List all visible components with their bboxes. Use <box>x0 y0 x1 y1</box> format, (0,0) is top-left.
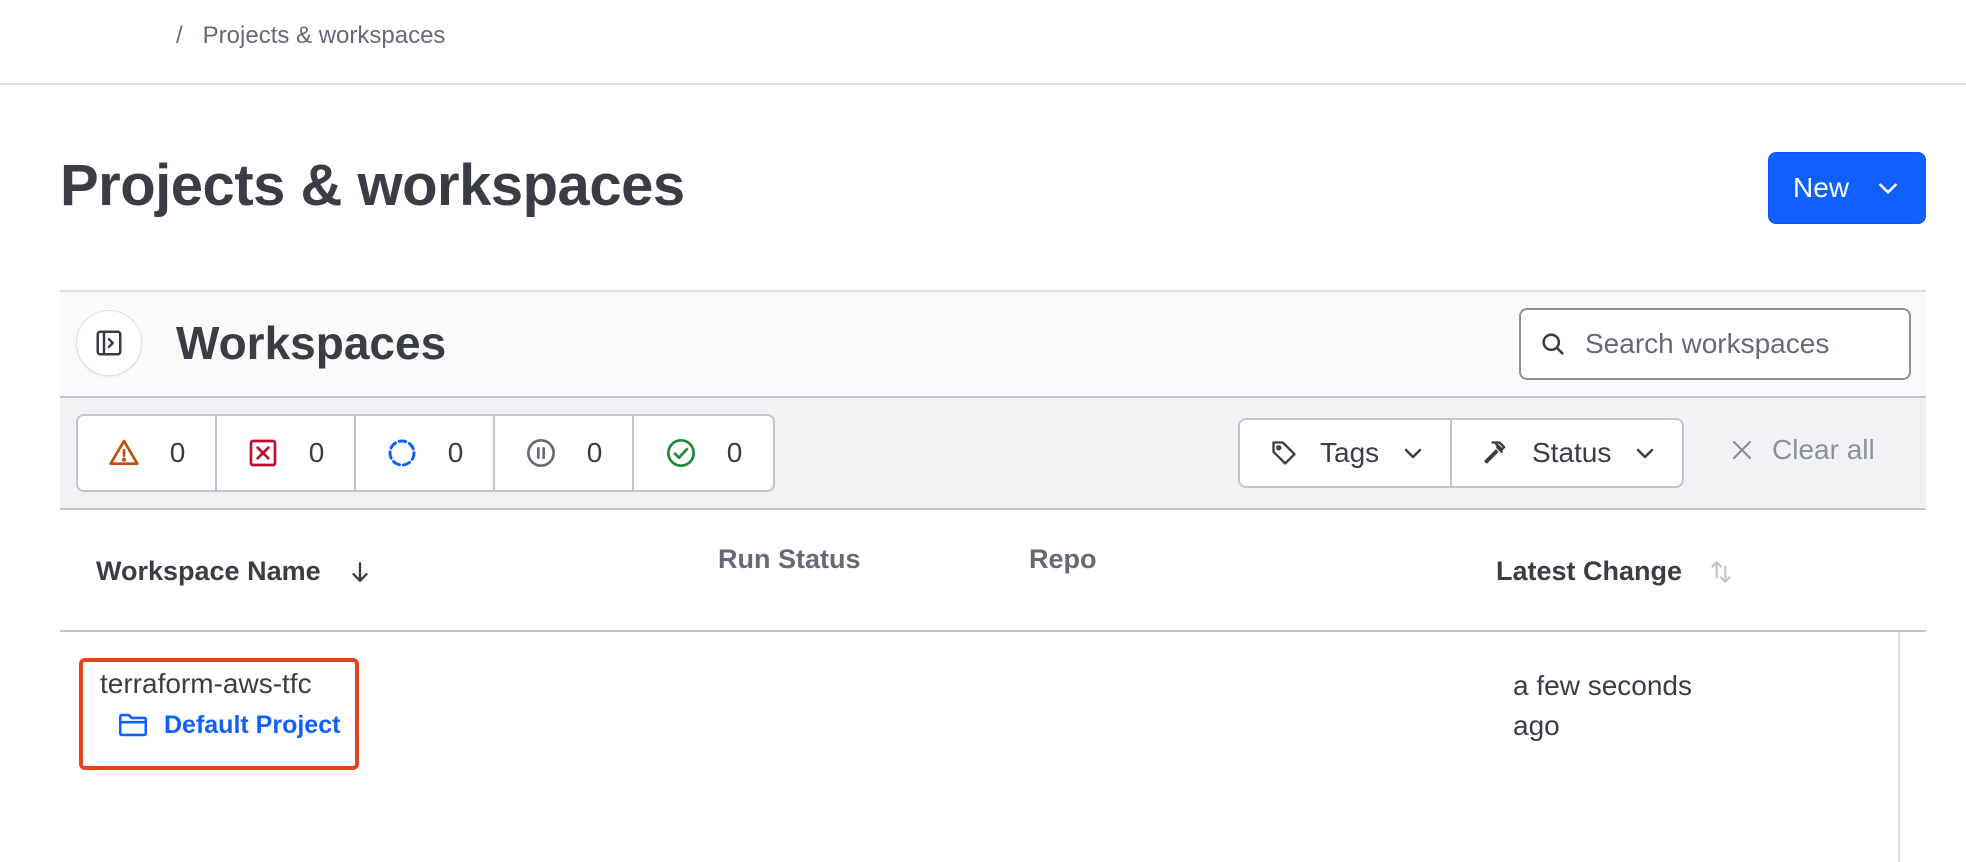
column-header-label: Repo <box>1029 544 1097 574</box>
paused-icon <box>526 439 555 467</box>
latest-change-cell: a few seconds ago <box>1513 670 1692 741</box>
chevron-down-icon <box>1404 448 1422 459</box>
column-header-repo: Repo <box>1029 544 1097 575</box>
hammer-icon <box>1484 441 1506 464</box>
status-filter-running[interactable]: 0 <box>356 416 495 490</box>
folder-icon <box>118 713 148 737</box>
project-link-label: Default Project <box>164 710 341 739</box>
status-filter-applied[interactable]: 0 <box>634 416 773 490</box>
column-header-label: Run Status <box>718 544 861 574</box>
search-input[interactable] <box>1585 328 1885 360</box>
status-count: 0 <box>586 437 603 468</box>
workspaces-title: Workspaces <box>176 317 447 369</box>
clear-all-button[interactable]: Clear all <box>1730 434 1875 466</box>
column-header-label: Latest Change <box>1496 556 1683 586</box>
column-header-label: Workspace Name <box>96 556 321 586</box>
page-title: Projects & workspaces <box>60 153 685 218</box>
status-filter-group: 0 0 0 0 0 <box>76 414 775 492</box>
status-filter-warning[interactable]: 0 <box>78 416 217 490</box>
chevron-down-icon <box>1637 448 1654 459</box>
sidebar-toggle-button[interactable] <box>76 310 142 376</box>
filter-bar: 0 0 0 0 0 Tags Status Clear all <box>60 398 1926 510</box>
column-header-latest-change[interactable]: Latest Change <box>1496 556 1734 587</box>
close-icon <box>1732 440 1752 460</box>
tags-dropdown-label: Tags <box>1320 437 1380 468</box>
project-link[interactable]: Default Project <box>116 708 340 742</box>
table-header: Workspace Name Run Status Repo Latest Ch… <box>60 510 1926 632</box>
column-header-run-status: Run Status <box>718 544 861 575</box>
sort-icon <box>1711 560 1731 583</box>
status-count: 0 <box>308 437 325 468</box>
status-count: 0 <box>447 437 464 468</box>
column-header-workspace-name[interactable]: Workspace Name <box>96 556 373 587</box>
breadcrumb-separator: / <box>176 22 183 49</box>
tags-dropdown[interactable]: Tags <box>1240 420 1450 486</box>
scrollbar[interactable] <box>1898 632 1926 862</box>
chevron-down-icon <box>1879 183 1897 194</box>
breadcrumb-bar: / Projects & workspaces <box>0 0 1966 85</box>
status-filter-paused[interactable]: 0 <box>495 416 634 490</box>
clear-all-label: Clear all <box>1772 434 1875 465</box>
tag-icon <box>1272 441 1296 465</box>
status-count: 0 <box>726 437 743 468</box>
breadcrumb: / Projects & workspaces <box>176 22 445 50</box>
running-icon <box>388 439 416 467</box>
arrow-down-icon <box>351 561 368 582</box>
workspaces-panel-header: Workspaces <box>60 290 1926 398</box>
status-dropdown-label: Status <box>1532 437 1612 468</box>
status-filter-errored[interactable]: 0 <box>217 416 356 490</box>
status-count: 0 <box>169 437 186 468</box>
search-box[interactable] <box>1519 308 1911 380</box>
breadcrumb-current[interactable]: Projects & workspaces <box>203 22 446 50</box>
success-icon <box>666 439 695 467</box>
table-body: terraform-aws-tfc Default Project a few … <box>60 632 1926 862</box>
warning-icon <box>109 439 139 465</box>
workspace-name-link[interactable]: terraform-aws-tfc <box>100 668 312 700</box>
search-icon <box>1542 333 1564 355</box>
new-button[interactable]: New <box>1768 152 1926 224</box>
filter-dropdown-group: Tags Status <box>1238 418 1684 488</box>
sidebar-expand-icon <box>96 330 122 356</box>
error-icon <box>249 439 277 467</box>
new-button-label: New <box>1792 172 1849 203</box>
status-dropdown[interactable]: Status <box>1450 420 1682 486</box>
